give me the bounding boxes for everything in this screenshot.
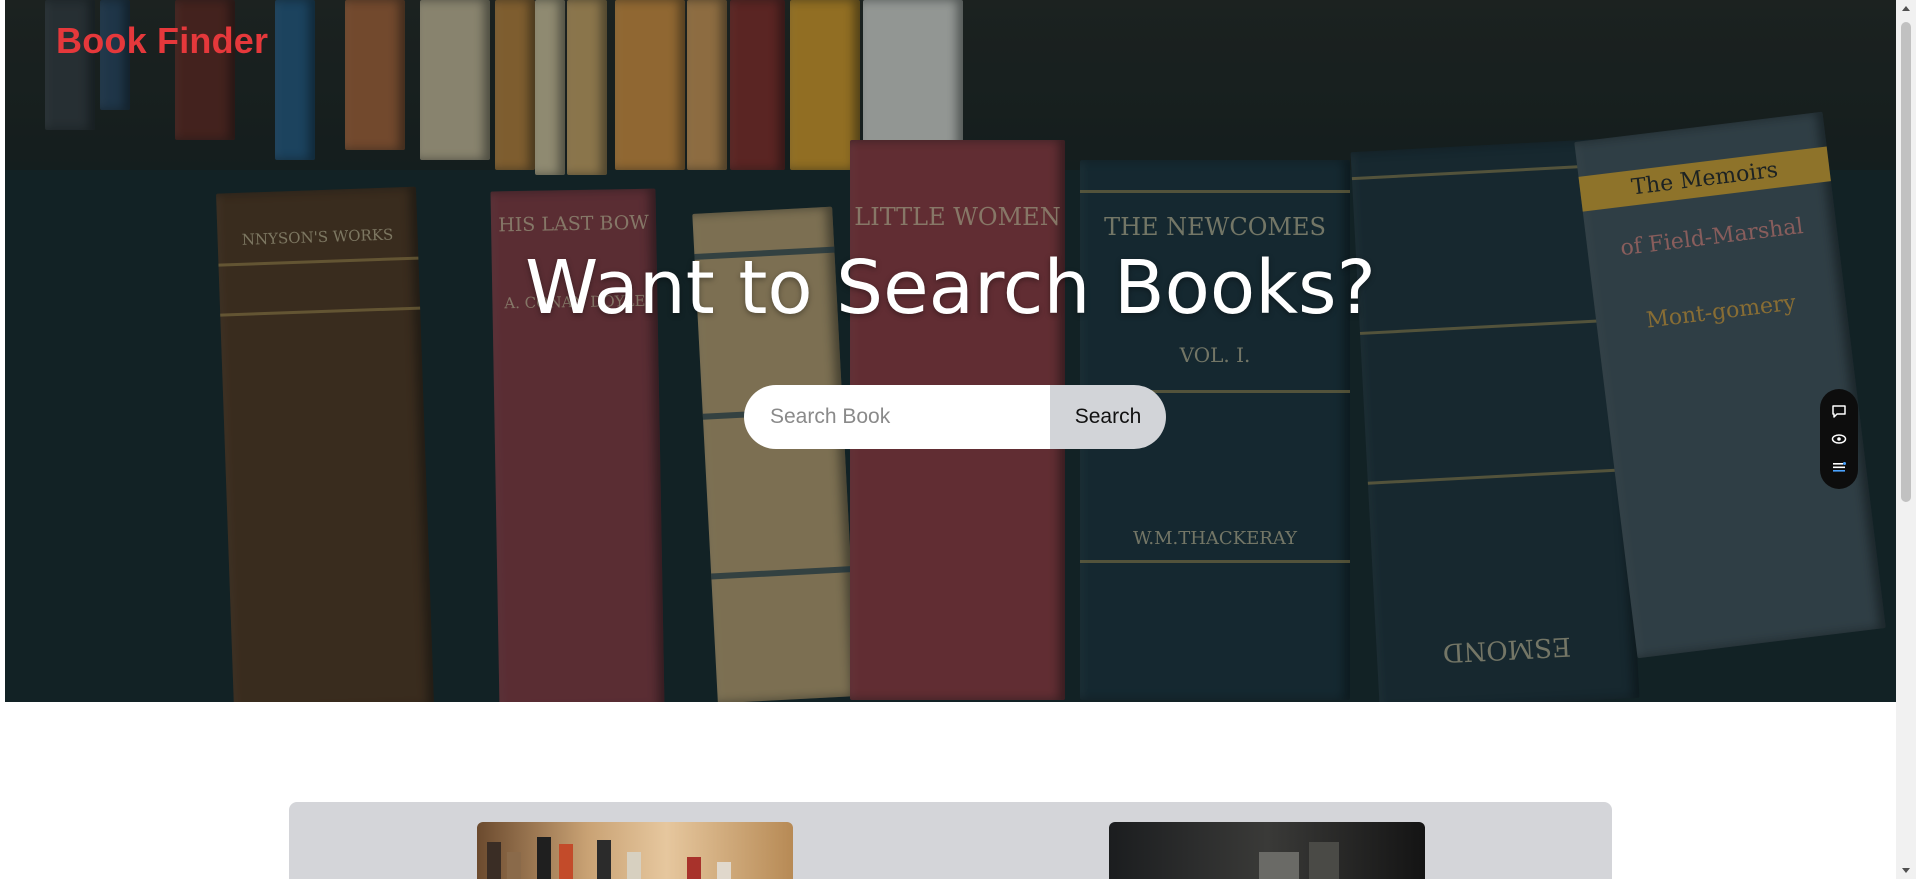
gallery-image-bookstore[interactable] [477,822,793,879]
hero-banner: NNYSON'S WORKS HIS LAST BOW A. CONAN DOY… [5,0,1896,702]
search-button[interactable]: Search [1050,385,1166,449]
gallery-image-library[interactable] [1109,822,1425,879]
hero-overlay [5,0,1896,702]
chat-icon[interactable] [1830,402,1848,420]
search-input[interactable] [744,385,1050,449]
search-form: Search [744,385,1166,449]
hero-headline: Want to Search Books? [525,245,1376,331]
scrollbar-thumb[interactable] [1901,22,1911,502]
scroll-down-icon[interactable] [1896,863,1916,879]
page: NNYSON'S WORKS HIS LAST BOW A. CONAN DOY… [0,0,1916,879]
vertical-scrollbar[interactable] [1896,0,1916,879]
brand-logo[interactable]: Book Finder [56,20,268,62]
menu-icon[interactable] [1830,458,1848,476]
eye-icon[interactable] [1830,430,1848,448]
featured-gallery [289,802,1612,879]
floating-toolbar [1820,389,1858,489]
scroll-up-icon[interactable] [1896,0,1916,16]
